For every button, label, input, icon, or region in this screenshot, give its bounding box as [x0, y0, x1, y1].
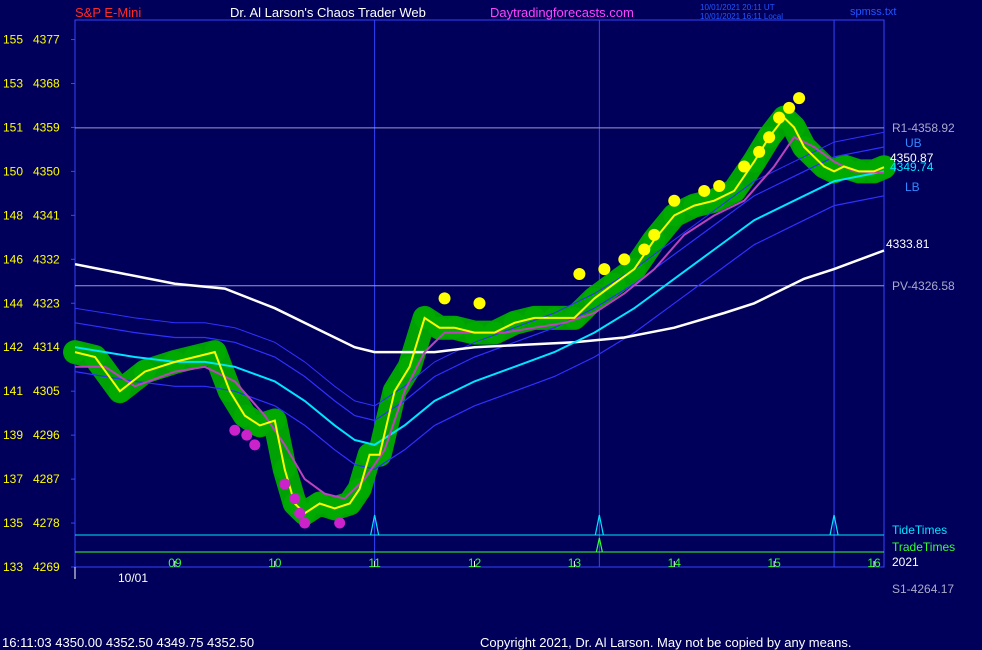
site-link[interactable]: Daytradingforecasts.com — [490, 5, 634, 20]
yellow-dot-6 — [648, 228, 661, 241]
x-label-hour-6: 15 — [767, 556, 781, 570]
y-label-price-8: 4305 — [33, 384, 60, 398]
magenta-dot-1 — [241, 429, 253, 441]
last-fast-label: 4349.74 — [890, 160, 934, 174]
yellow-dot-2 — [573, 267, 586, 280]
site-title: Dr. Al Larson's Chaos Trader Web — [230, 5, 426, 20]
trade-times-label: TradeTimes — [892, 540, 955, 554]
x-label-hour-3: 12 — [468, 556, 482, 570]
y-label-left-3: 150 — [3, 164, 23, 178]
magenta-dot-0 — [229, 424, 241, 436]
x-label-date: 10/01 — [118, 571, 148, 585]
yellow-dot-10 — [738, 160, 751, 173]
y-label-left-8: 141 — [3, 384, 23, 398]
yellow-dot-5 — [638, 243, 651, 256]
x-label-hour-0: 09 — [168, 556, 182, 570]
yellow-dot-9 — [713, 180, 726, 193]
data-filename: spmss.txt — [850, 6, 897, 18]
x-label-hour-2: 11 — [368, 556, 381, 570]
y-label-price-6: 4323 — [33, 296, 60, 310]
y-label-left-0: 155 — [3, 33, 23, 47]
y-label-left-11: 135 — [3, 516, 23, 530]
y-label-left-2: 151 — [3, 120, 23, 134]
y-label-left-10: 137 — [3, 472, 23, 486]
chart: R1-4358.92 PV-4326.58 S1-4264.17 155 4377 153… — [3, 19, 955, 596]
level-label-r1: R1-4358.92 — [892, 121, 955, 135]
yellow-dot-15 — [793, 92, 806, 105]
yellow-dot-0 — [438, 292, 451, 305]
level-label-pv: PV-4326.58 — [892, 279, 955, 293]
y-label-left-6: 144 — [3, 296, 23, 310]
magenta-dot-2 — [249, 439, 261, 451]
x-label-hour-4: 13 — [568, 556, 582, 570]
yellow-dot-8 — [698, 184, 711, 197]
y-label-left-7: 142 — [3, 340, 23, 354]
y-label-price-7: 4314 — [33, 340, 60, 354]
timestamp-local: 10/01/2021 16:11 Local — [700, 12, 784, 21]
year-label: 2021 — [892, 555, 919, 569]
y-label-price-11: 4278 — [33, 516, 60, 530]
y-label-left-1: 153 — [3, 76, 23, 90]
yellow-dot-3 — [598, 263, 611, 276]
x-label-hour-5: 14 — [668, 556, 682, 570]
yellow-dot-7 — [668, 194, 681, 207]
symbol-title: S&P E-Mini — [75, 5, 142, 20]
y-label-price-4: 4341 — [33, 208, 60, 222]
magenta-dot-4 — [289, 493, 301, 505]
x-label-hour-7: 16 — [867, 556, 881, 570]
y-label-price-12: 4269 — [33, 560, 60, 574]
yellow-dot-14 — [783, 101, 796, 114]
copyright: Copyright 2021, Dr. Al Larson. May not b… — [480, 635, 852, 650]
magenta-dot-5 — [294, 507, 306, 519]
y-label-price-2: 4359 — [33, 120, 60, 134]
y-label-price-0: 4377 — [33, 33, 60, 47]
y-label-price-1: 4368 — [33, 76, 60, 90]
y-label-left-12: 133 — [3, 560, 23, 574]
magenta-dot-3 — [279, 478, 291, 490]
lower-band-label: LB — [905, 180, 920, 194]
level-label-s1: S1-4264.17 — [892, 582, 954, 596]
yellow-dot-12 — [763, 131, 776, 144]
plot-border — [74, 19, 885, 568]
y-label-left-5: 146 — [3, 252, 23, 266]
y-label-left-9: 139 — [3, 428, 23, 442]
yellow-dot-1 — [473, 297, 486, 310]
y-label-price-9: 4296 — [33, 428, 60, 442]
yellow-dot-4 — [618, 253, 631, 266]
tide-times-label: TideTimes — [892, 523, 947, 537]
last-slow-label: 4333.81 — [886, 237, 930, 251]
y-label-price-10: 4287 — [33, 472, 60, 486]
yellow-dot-13 — [773, 111, 786, 124]
magenta-dot-6 — [299, 517, 311, 529]
quote-readout: 16:11:03 4350.00 4352.50 4349.75 4352.50 — [2, 635, 255, 650]
timestamp-ut: 10/01/2021 20:11 UT — [700, 3, 775, 12]
upper-band-label: UB — [905, 136, 922, 150]
y-label-left-4: 148 — [3, 208, 23, 222]
y-label-price-3: 4350 — [33, 164, 60, 178]
yellow-dot-11 — [753, 145, 766, 158]
magenta-dot-7 — [334, 517, 346, 529]
x-label-hour-1: 10 — [268, 556, 282, 570]
y-label-price-5: 4332 — [33, 252, 60, 266]
